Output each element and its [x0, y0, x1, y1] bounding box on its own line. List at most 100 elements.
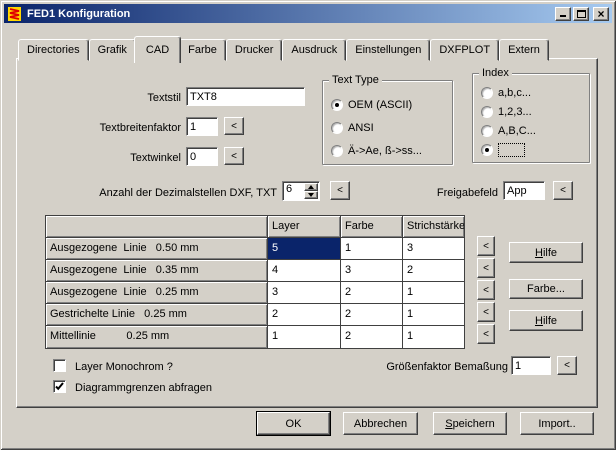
table-cell-layer[interactable]: 4 [268, 260, 341, 282]
table-cell-layer[interactable]: 5 [268, 238, 341, 260]
tab-grafik[interactable]: Grafik [89, 39, 136, 61]
radio-oem-ascii[interactable]: OEM (ASCII) [331, 98, 412, 112]
radio-umlaut-conversion[interactable]: Ä->Ae, ß->ss... [331, 144, 422, 158]
tab-dxfplot[interactable]: DXFPLOT [430, 39, 499, 61]
tab-label: Farbe [188, 44, 217, 56]
empty-option-box [498, 143, 525, 157]
groessenfaktor-pick-button[interactable]: < [557, 356, 577, 375]
textbreitenfaktor-input[interactable] [186, 117, 218, 136]
freigabefeld-input[interactable] [503, 181, 545, 200]
radio-icon [481, 87, 493, 99]
ok-button[interactable]: OK [257, 412, 330, 435]
tab-label: Directories [27, 44, 80, 56]
hilfe-button-bottom[interactable]: Hilfe [509, 310, 583, 331]
table-cell-strichstaerke[interactable]: 1 [403, 304, 464, 326]
freigabefeld-label: Freigabefeld [410, 186, 498, 200]
table-cell-strichstaerke[interactable]: 3 [403, 238, 464, 260]
row-pick-button-1[interactable]: < [477, 236, 495, 256]
table-cell-layer[interactable]: 2 [268, 304, 341, 326]
close-icon: × [597, 9, 604, 19]
groessenfaktor-input[interactable] [511, 356, 551, 375]
row-pick-button-3[interactable]: < [477, 280, 495, 300]
row-label: Mittellinie 0.25 mm [46, 326, 268, 348]
textwinkel-pick-button[interactable]: < [224, 147, 244, 165]
arrow-up-icon [308, 185, 314, 189]
row-label: Ausgezogene Linie 0.25 mm [46, 282, 268, 304]
table-cell-farbe[interactable]: 2 [341, 326, 403, 348]
radio-index-123[interactable]: 1,2,3... [481, 105, 532, 119]
maximize-button[interactable] [573, 7, 589, 21]
dezimalstellen-pick-button[interactable]: < [330, 181, 350, 200]
app-icon [7, 6, 23, 22]
close-button[interactable]: × [593, 7, 609, 21]
diagrammgrenzen-label: Diagrammgrenzen abfragen [75, 381, 212, 395]
window-title: FED1 Konfiguration [27, 8, 130, 20]
maximize-icon [577, 10, 586, 18]
radio-icon [481, 144, 493, 156]
tab-ausdruck[interactable]: Ausdruck [282, 39, 346, 61]
row-pick-button-5[interactable]: < [477, 324, 495, 344]
row-pick-button-4[interactable]: < [477, 302, 495, 322]
arrow-down-icon [308, 193, 314, 197]
radio-label: Ä->Ae, ß->ss... [348, 145, 422, 157]
tab-extern[interactable]: Extern [499, 39, 549, 61]
tab-cad[interactable]: CAD [134, 36, 181, 63]
table-header-strichstaerke: Strichstärke [403, 216, 464, 238]
radio-label: OEM (ASCII) [348, 99, 412, 111]
tab-label: Grafik [98, 44, 127, 56]
table-header-empty [46, 216, 268, 238]
table-cell-strichstaerke[interactable]: 2 [403, 260, 464, 282]
tab-farbe[interactable]: Farbe [179, 39, 226, 61]
groessenfaktor-label: Größenfaktor Bemaßung [381, 360, 508, 374]
hilfe-button-top[interactable]: Hilfe [509, 242, 583, 263]
dezimalstellen-label: Anzahl der Dezimalstellen DXF, TXT [60, 186, 277, 200]
table-cell-farbe[interactable]: 2 [341, 282, 403, 304]
table-cell-farbe[interactable]: 3 [341, 260, 403, 282]
textwinkel-label: Textwinkel [40, 151, 181, 165]
radio-index-custom[interactable] [481, 143, 525, 157]
table-cell-farbe[interactable]: 1 [341, 238, 403, 260]
tab-label: Drucker [235, 44, 274, 56]
radio-ansi[interactable]: ANSI [331, 121, 374, 135]
table-cell-strichstaerke[interactable]: 1 [403, 326, 464, 348]
tab-strip: Directories Grafik CAD Farbe Drucker Aus… [18, 34, 549, 61]
line-style-table: Layer Farbe Strichstärke Ausgezogene Lin… [45, 215, 465, 349]
spin-down-button[interactable] [304, 191, 318, 199]
index-group: Index a,b,c... 1,2,3... A,B,C... [472, 73, 590, 163]
diagrammgrenzen-checkbox[interactable] [53, 380, 66, 393]
tab-einstellungen[interactable]: Einstellungen [346, 39, 430, 61]
tab-directories[interactable]: Directories [18, 39, 89, 61]
tab-label: Einstellungen [355, 44, 421, 56]
radio-label: A,B,C... [498, 125, 536, 137]
textbreitenfaktor-pick-button[interactable]: < [224, 117, 244, 135]
layer-monochrom-checkbox[interactable] [53, 359, 66, 372]
radio-index-abc-upper[interactable]: A,B,C... [481, 124, 536, 138]
titlebar: FED1 Konfiguration × [4, 4, 612, 23]
tab-label: DXFPLOT [439, 44, 490, 56]
textwinkel-input[interactable] [186, 147, 218, 166]
radio-label: a,b,c... [498, 87, 531, 99]
row-pick-button-2[interactable]: < [477, 258, 495, 278]
table-cell-layer[interactable]: 3 [268, 282, 341, 304]
table-header-farbe: Farbe [341, 216, 403, 238]
abbrechen-button[interactable]: Abbrechen [343, 412, 418, 435]
radio-label: ANSI [348, 122, 374, 134]
freigabefeld-pick-button[interactable]: < [553, 181, 573, 200]
radio-index-abc-lower[interactable]: a,b,c... [481, 86, 531, 100]
farbe-button[interactable]: Farbe... [509, 279, 583, 299]
dezimalstellen-spinner[interactable]: 6 [282, 181, 320, 201]
tab-drucker[interactable]: Drucker [226, 39, 283, 61]
radio-icon [331, 99, 343, 111]
row-label: Ausgezogene Linie 0.50 mm [46, 238, 268, 260]
table-cell-layer[interactable]: 1 [268, 326, 341, 348]
speichern-button[interactable]: Speichern [433, 412, 507, 435]
textstil-input[interactable] [186, 87, 305, 106]
minimize-button[interactable] [555, 7, 571, 21]
spin-up-button[interactable] [304, 183, 318, 191]
layer-monochrom-label: Layer Monochrom ? [75, 360, 173, 374]
table-cell-strichstaerke[interactable]: 1 [403, 282, 464, 304]
table-cell-farbe[interactable]: 2 [341, 304, 403, 326]
textbreitenfaktor-label: Textbreitenfaktor [40, 121, 181, 135]
radio-icon [481, 125, 493, 137]
import-button[interactable]: Import.. [520, 412, 594, 435]
